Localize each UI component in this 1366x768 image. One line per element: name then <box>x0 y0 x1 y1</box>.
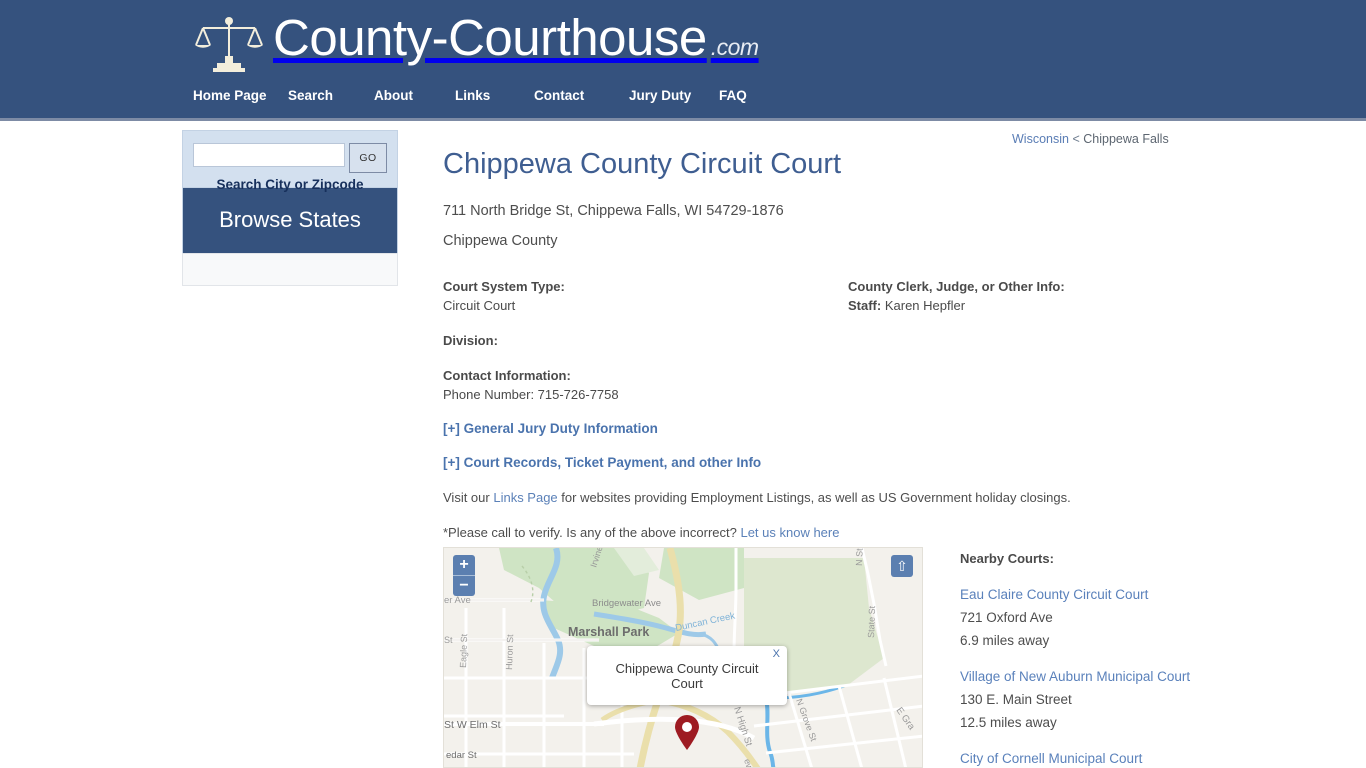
court-address: 711 North Bridge St, Chippewa Falls, WI … <box>443 203 784 219</box>
nearby-court-item: Village of New Auburn Municipal Court 13… <box>960 669 1260 730</box>
links-note-prefix: Visit our <box>443 490 494 505</box>
expander-jury-duty-info[interactable]: [+] General Jury Duty Information <box>443 421 1203 436</box>
search-input[interactable] <box>193 143 345 167</box>
brand-title: County-Courthouse .com <box>273 9 759 76</box>
sidebar: GO Search City or Zipcode Browse States <box>182 130 398 286</box>
court-info-grid: Court System Type: Circuit Court Divisio… <box>443 279 1203 402</box>
main-content: Chippewa County Circuit Court 711 North … <box>443 130 1203 540</box>
contact-information-label: Contact Information: <box>443 368 571 383</box>
nearby-court-distance: 6.9 miles away <box>960 633 1050 648</box>
nav-item-contact[interactable]: Contact <box>534 88 629 103</box>
nearby-court-link[interactable]: City of Cornell Municipal Court <box>960 751 1260 766</box>
svg-text:edar St: edar St <box>446 750 477 761</box>
links-page-note: Visit our Links Page for websites provid… <box>443 490 1203 505</box>
page-title: Chippewa County Circuit Court <box>443 148 842 180</box>
court-info-right-column: County Clerk, Judge, or Other Info: Staf… <box>848 279 1203 402</box>
nav-item-about[interactable]: About <box>374 88 455 103</box>
division-label: Division: <box>443 333 498 348</box>
court-info-left-column: Court System Type: Circuit Court Divisio… <box>443 279 848 402</box>
court-county: Chippewa County <box>443 233 558 249</box>
map-zoom-in-button[interactable]: + <box>453 555 475 575</box>
page-root: County-Courthouse .com Home Page Search A… <box>0 0 1366 768</box>
clerk-judge-label: County Clerk, Judge, or Other Info: <box>848 279 1065 294</box>
svg-text:er Ave: er Ave <box>444 595 471 606</box>
map-info-bubble-close-button[interactable]: X <box>773 648 780 660</box>
nearby-court-link[interactable]: Eau Claire County Circuit Court <box>960 587 1260 602</box>
browse-states-button[interactable]: Browse States <box>182 188 398 253</box>
site-logo-link[interactable]: County-Courthouse .com <box>193 6 759 76</box>
phone-number-value: Phone Number: 715-726-7758 <box>443 387 619 402</box>
brand-suffix: .com <box>710 34 759 60</box>
svg-text:Marshall Park: Marshall Park <box>568 625 649 639</box>
svg-text:St: St <box>444 635 453 645</box>
brand-name: County-Courthouse <box>273 9 707 66</box>
nav-item-jury-duty[interactable]: Jury Duty <box>629 88 719 103</box>
map-pin-icon[interactable] <box>674 715 700 756</box>
map-zoom-controls: + − <box>453 555 475 596</box>
nearby-court-link[interactable]: Village of New Auburn Municipal Court <box>960 669 1260 684</box>
svg-text:N State St: N State St <box>854 548 865 566</box>
svg-text:Bridgewater Ave: Bridgewater Ave <box>592 598 661 609</box>
map-container[interactable]: Bridgewater Ave Marshall Park Irvine Par… <box>443 547 923 768</box>
main-nav: Home Page Search About Links Contact Jur… <box>193 88 747 103</box>
search-panel: GO Search City or Zipcode <box>182 130 398 192</box>
expander-court-records[interactable]: [+] Court Records, Ticket Payment, and o… <box>443 455 1203 470</box>
let-us-know-link[interactable]: Let us know here <box>740 525 839 540</box>
court-system-type-label: Court System Type: <box>443 279 565 294</box>
svg-text:State St: State St <box>866 605 877 638</box>
links-page-link[interactable]: Links Page <box>493 490 557 505</box>
map-expand-button[interactable]: ⇧ <box>891 555 913 577</box>
map-info-bubble-title: Chippewa County Circuit Court <box>615 660 759 691</box>
staff-name: Karen Hepfler <box>884 298 966 313</box>
site-header: County-Courthouse .com Home Page Search A… <box>0 0 1366 121</box>
map-zoom-out-button[interactable]: − <box>453 576 475 596</box>
nav-item-search[interactable]: Search <box>288 88 374 103</box>
nearby-courts-title: Nearby Courts: <box>960 551 1054 566</box>
verify-note: *Please call to verify. Is any of the ab… <box>443 525 1203 540</box>
nav-item-faq[interactable]: FAQ <box>719 88 747 103</box>
nearby-court-item: City of Cornell Municipal Court <box>960 751 1260 766</box>
court-system-type-value: Circuit Court <box>443 298 516 313</box>
nav-item-links[interactable]: Links <box>455 88 534 103</box>
svg-text:Eagle St: Eagle St <box>458 633 469 668</box>
nearby-courts-panel: Nearby Courts: Eau Claire County Circuit… <box>960 551 1260 766</box>
search-go-button[interactable]: GO <box>349 143 387 173</box>
search-caption: Search City or Zipcode <box>216 177 364 192</box>
nearby-court-distance: 12.5 miles away <box>960 715 1057 730</box>
nearby-court-item: Eau Claire County Circuit Court 721 Oxfo… <box>960 587 1260 648</box>
nearby-court-address: 721 Oxford Ave <box>960 610 1053 625</box>
scales-of-justice-icon <box>193 12 265 76</box>
nav-item-home-page[interactable]: Home Page <box>193 88 288 103</box>
map-info-bubble: Chippewa County Circuit Court X <box>587 646 787 705</box>
svg-text:St W Elm St: St W Elm St <box>444 719 501 731</box>
nearby-court-address: 130 E. Main Street <box>960 692 1072 707</box>
staff-value: Staff: Karen Hepfler <box>848 298 1203 313</box>
up-arrow-icon: ⇧ <box>896 558 908 574</box>
sidebar-footer-panel <box>182 253 398 286</box>
svg-text:Huron St: Huron St <box>504 634 515 670</box>
links-note-suffix: for websites providing Employment Listin… <box>557 490 1071 505</box>
verify-note-prefix: *Please call to verify. Is any of the ab… <box>443 525 741 540</box>
staff-label: Staff: <box>848 298 882 313</box>
